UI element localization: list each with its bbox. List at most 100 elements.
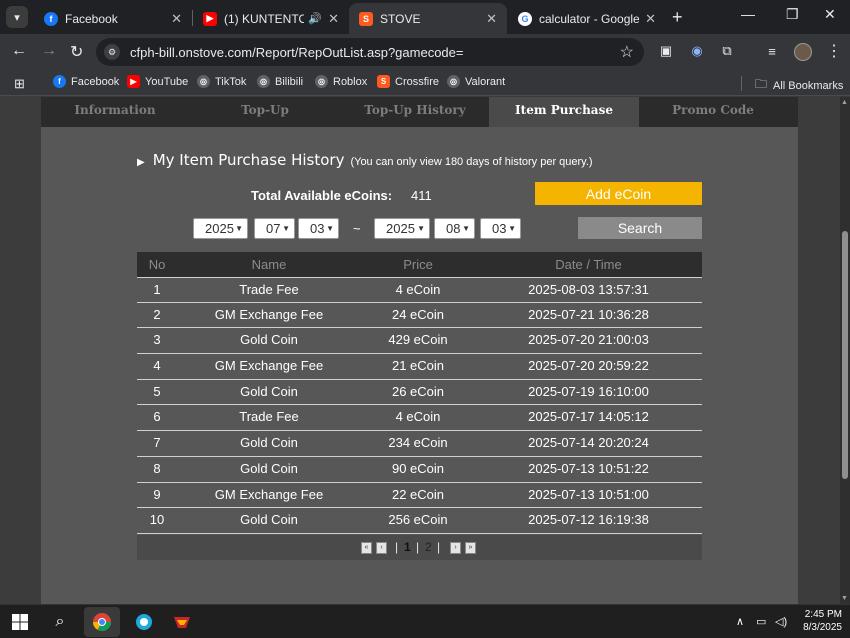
chevron-down-icon: ▼ — [282, 224, 290, 233]
first-page-icon[interactable]: « — [361, 542, 372, 554]
globe-icon: ◎ — [257, 75, 270, 88]
youtube-icon: ▶ — [203, 11, 217, 26]
cell-name: Gold Coin — [240, 512, 298, 528]
tab-stove[interactable]: S STOVE ✕ — [349, 3, 507, 34]
last-page-icon[interactable]: » — [465, 542, 476, 554]
wifi-extension-icon[interactable]: ◉ — [689, 43, 705, 59]
section-heading: ▶ My Item Purchase History (You can only… — [137, 151, 593, 169]
extensions-icon[interactable]: ⧉ — [719, 43, 735, 59]
forward-icon[interactable]: → — [41, 42, 57, 60]
tab-information[interactable]: Information — [41, 97, 189, 127]
to-month-select[interactable]: 08 ▼ — [434, 218, 475, 239]
system-clock[interactable]: 2:45 PM 8/3/2025 — [796, 608, 842, 634]
menu-icon[interactable]: ⋮ — [826, 41, 842, 61]
tab-promo-code[interactable]: Promo Code — [639, 97, 787, 127]
page-content: Information Top-Up Top-Up History Item P… — [0, 97, 850, 604]
close-icon[interactable]: ✕ — [328, 11, 339, 27]
pagination: « ‹ | 1 | 2 | › » — [137, 535, 702, 560]
chevron-up-icon[interactable]: ∧ — [736, 615, 744, 628]
bookmark-crossfire[interactable]: S Crossfire — [377, 75, 439, 88]
scroll-up-icon[interactable]: ▲ — [841, 99, 848, 106]
minimize-icon[interactable]: — — [741, 6, 755, 22]
folder-icon: 🗀 — [755, 77, 768, 91]
to-day-select[interactable]: 03 ▼ — [480, 218, 521, 239]
close-icon[interactable]: ✕ — [171, 11, 182, 27]
windows-start-icon[interactable] — [2, 607, 38, 637]
reload-icon[interactable]: ↻ — [70, 42, 83, 62]
bookmark-facebook[interactable]: f Facebook — [53, 75, 119, 88]
select-value: 03 — [492, 221, 507, 236]
bookmark-label: Crossfire — [395, 75, 440, 88]
chrome-taskbar-icon[interactable] — [84, 607, 120, 637]
tab-title: calculator - Google Se — [539, 11, 640, 26]
new-tab-icon[interactable]: + — [672, 7, 683, 28]
restore-icon[interactable]: ❐ — [786, 6, 799, 23]
scroll-down-icon[interactable]: ▼ — [841, 595, 848, 602]
bookmark-bilibili[interactable]: ◎ Bilibili — [257, 75, 303, 88]
table-row: 6 Trade Fee 4 eCoin 2025-07-17 14:05:12 — [137, 405, 702, 432]
prev-page-icon[interactable]: ‹ — [376, 542, 387, 554]
close-icon[interactable]: ✕ — [645, 11, 656, 27]
crossfire-taskbar-icon[interactable] — [164, 607, 200, 637]
speaker-icon[interactable]: 🔊 — [308, 12, 322, 25]
back-icon[interactable]: ← — [11, 42, 27, 60]
pager-divider: | — [395, 540, 399, 554]
bookmarks-bar: ⊞ f Facebook ▶ YouTube ◎ TikTok ◎ Bilibi… — [0, 70, 850, 96]
tab-search-icon[interactable]: ▾ — [6, 6, 28, 28]
bookmark-star-icon[interactable]: ☆ — [620, 42, 634, 62]
profile-avatar[interactable] — [794, 43, 812, 61]
cast-icon[interactable]: ▣ — [658, 43, 674, 59]
search-icon[interactable]: ⌕ — [42, 607, 78, 637]
facebook-icon: f — [44, 11, 58, 26]
close-icon[interactable]: ✕ — [486, 11, 497, 27]
all-bookmarks[interactable]: 🗀 All Bookmarks — [755, 75, 843, 96]
cell-no: 9 — [153, 486, 161, 502]
bookmark-roblox[interactable]: ◎ Roblox — [315, 75, 367, 88]
site-info-icon[interactable]: ⚙ — [104, 44, 120, 60]
ecoin-balance: 411 — [411, 188, 432, 203]
facebook-icon: f — [53, 75, 66, 88]
apps-grid-icon[interactable]: ⊞ — [14, 76, 25, 92]
ecoin-label: Total Available eCoins: — [251, 188, 393, 203]
cell-price: 429 eCoin — [388, 332, 448, 348]
cell-no: 8 — [153, 460, 161, 476]
media-control-icon[interactable]: ≡ — [764, 43, 780, 59]
search-button[interactable]: Search — [578, 217, 702, 239]
url-text[interactable]: cfph-bill.onstove.com/Report/RepOutList.… — [130, 45, 464, 60]
cell-name: Gold Coin — [240, 460, 298, 476]
tab-top-up-history[interactable]: Top-Up History — [341, 97, 489, 127]
add-ecoin-button[interactable]: Add eCoin — [535, 182, 702, 205]
tab-item-purchase-history[interactable]: Item Purchase History — [489, 97, 639, 143]
tab-title: STOVE — [380, 11, 421, 26]
cell-name: GM Exchange Fee — [214, 306, 324, 322]
from-day-select[interactable]: 03 ▼ — [298, 218, 339, 239]
tab-title: Facebook — [65, 11, 118, 26]
cell-name: Gold Coin — [240, 332, 298, 348]
to-year-select[interactable]: 2025 ▼ — [374, 218, 430, 239]
page-link[interactable]: 2 — [425, 540, 432, 554]
tab-top-up[interactable]: Top-Up — [189, 97, 341, 127]
select-value: 07 — [266, 221, 281, 236]
network-icon[interactable]: ▭ — [756, 615, 766, 628]
address-bar[interactable]: ⚙ cfph-bill.onstove.com/Report/RepOutLis… — [96, 38, 644, 66]
bookmark-youtube[interactable]: ▶ YouTube — [127, 75, 188, 88]
app-taskbar-icon[interactable] — [126, 607, 162, 637]
close-window-icon[interactable]: ✕ — [824, 6, 836, 23]
bookmark-tiktok[interactable]: ◎ TikTok — [197, 75, 246, 88]
tab-google[interactable]: G calculator - Google Se ✕ — [508, 3, 666, 34]
from-year-select[interactable]: 2025 ▼ — [193, 218, 248, 239]
tab-youtube[interactable]: ▶ (1) KUNTENTO NA 🔊 ✕ — [193, 3, 349, 34]
volume-icon[interactable]: ◁) — [775, 615, 787, 628]
cell-no: 7 — [153, 435, 161, 451]
tab-facebook[interactable]: f Facebook ✕ — [34, 3, 192, 34]
table-row: 8 Gold Coin 90 eCoin 2025-07-13 10:51:22 — [137, 456, 702, 483]
page-current[interactable]: 1 — [404, 540, 411, 554]
purchase-history-table: No Name Price Date / Time 1 Trade Fee 4 eC… — [137, 252, 702, 534]
column-header-date: Date / Time — [555, 257, 622, 272]
page-scrollbar[interactable]: ▲ ▼ — [840, 97, 850, 604]
next-page-icon[interactable]: › — [450, 542, 461, 554]
bookmark-valorant[interactable]: ◎ Valorant — [447, 75, 505, 88]
scrollbar-thumb[interactable] — [842, 231, 848, 479]
from-month-select[interactable]: 07 ▼ — [254, 218, 295, 239]
cell-date: 2025-07-13 10:51:22 — [528, 460, 649, 476]
